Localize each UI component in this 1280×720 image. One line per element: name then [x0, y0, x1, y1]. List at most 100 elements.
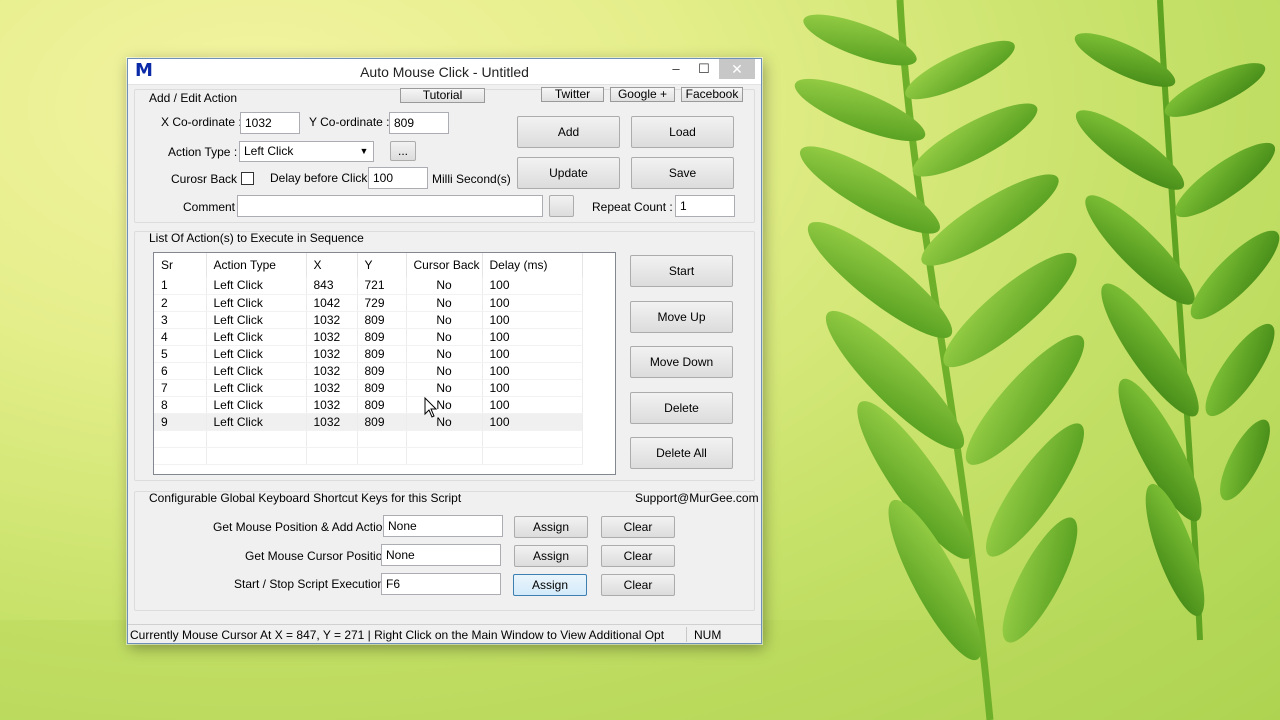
close-button[interactable]: ✕: [719, 59, 755, 79]
cell-cursor-back: No: [406, 362, 483, 380]
delay-input[interactable]: [368, 167, 428, 189]
column-header-y[interactable]: Y: [357, 253, 407, 277]
clear-button-start-stop[interactable]: Clear: [601, 574, 675, 596]
table-row[interactable]: 1 Left Click 843 721 No 100: [154, 277, 583, 295]
action-list[interactable]: Sr Action Type X Y Cursor Back Delay (ms…: [153, 252, 616, 475]
title-bar[interactable]: M Auto Mouse Click - Untitled – ☐ ✕: [128, 59, 761, 85]
clear-button-cursor-position[interactable]: Clear: [601, 545, 675, 567]
cell-x: [306, 430, 358, 448]
column-header-delay[interactable]: Delay (ms): [482, 253, 583, 277]
assign-button-add-action[interactable]: Assign: [514, 516, 588, 538]
column-header-sr[interactable]: Sr: [154, 253, 207, 277]
cursor-back-checkbox[interactable]: [241, 172, 254, 185]
cell-x: 1032: [306, 379, 358, 397]
comment-extra-button[interactable]: [549, 195, 574, 217]
cell-x: [306, 447, 358, 465]
add-button[interactable]: Add: [517, 116, 620, 148]
save-button[interactable]: Save: [631, 157, 734, 189]
table-row[interactable]: 9 Left Click 1032 809 No 100: [154, 413, 583, 431]
cell-sr: 8: [154, 396, 207, 414]
tutorial-button[interactable]: Tutorial: [400, 88, 485, 103]
cell-x: 843: [306, 277, 358, 295]
cell-sr: 7: [154, 379, 207, 397]
minimize-button[interactable]: –: [661, 59, 691, 79]
y-coordinate-input[interactable]: [389, 112, 449, 134]
column-header-x[interactable]: X: [306, 253, 358, 277]
cell-y: 809: [357, 362, 407, 380]
action-list-group-title: List Of Action(s) to Execute in Sequence: [149, 231, 364, 245]
cell-action-type: [206, 447, 307, 465]
cell-delay: 100: [482, 277, 583, 295]
cell-delay: 100: [482, 345, 583, 363]
cell-action-type: Left Click: [206, 396, 307, 414]
action-type-select[interactable]: Left Click ▼: [239, 141, 374, 162]
table-row[interactable]: 2 Left Click 1042 729 No 100: [154, 294, 583, 312]
app-window: M Auto Mouse Click - Untitled – ☐ ✕ Add …: [127, 58, 762, 644]
cell-action-type: Left Click: [206, 362, 307, 380]
table-row[interactable]: 4 Left Click 1032 809 No 100: [154, 328, 583, 346]
table-header-row: Sr Action Type X Y Cursor Back Delay (ms…: [154, 253, 583, 277]
table-row[interactable]: 7 Left Click 1032 809 No 100: [154, 379, 583, 397]
cell-delay: 100: [482, 328, 583, 346]
delay-label: Delay before Click :: [270, 171, 375, 185]
table-row[interactable]: 6 Left Click 1032 809 No 100: [154, 362, 583, 380]
load-button[interactable]: Load: [631, 116, 734, 148]
action-options-button[interactable]: ...: [390, 141, 416, 161]
mouse-pointer-icon: [424, 397, 438, 418]
start-button[interactable]: Start: [630, 255, 733, 287]
assign-button-cursor-position[interactable]: Assign: [514, 545, 588, 567]
cursor-back-label: Curosr Back :: [171, 172, 244, 186]
shortcut-input-start-stop[interactable]: [381, 573, 501, 595]
column-header-cursor-back[interactable]: Cursor Back: [406, 253, 483, 277]
cell-x: 1042: [306, 294, 358, 312]
x-coordinate-input[interactable]: [240, 112, 300, 134]
cell-cursor-back: [406, 447, 483, 465]
table-row[interactable]: 3 Left Click 1032 809 No 100: [154, 311, 583, 329]
delete-button[interactable]: Delete: [630, 392, 733, 424]
shortcut-label-start-stop: Start / Stop Script Execution :: [234, 577, 391, 591]
cell-cursor-back: No: [406, 413, 483, 431]
assign-button-start-stop[interactable]: Assign: [513, 574, 587, 596]
shortcut-input-add-action[interactable]: [383, 515, 503, 537]
table-row[interactable]: 8 Left Click 1032 809 No 100: [154, 396, 583, 414]
comment-label: Comment :: [183, 200, 242, 214]
clear-button-add-action[interactable]: Clear: [601, 516, 675, 538]
move-down-button[interactable]: Move Down: [630, 346, 733, 378]
comment-input[interactable]: [237, 195, 543, 217]
shortcut-input-cursor-position[interactable]: [381, 544, 501, 566]
twitter-button[interactable]: Twitter: [541, 87, 604, 102]
cell-x: 1032: [306, 362, 358, 380]
cell-delay: 100: [482, 379, 583, 397]
shortcut-label-add-action: Get Mouse Position & Add Action :: [213, 520, 396, 534]
cell-sr: 1: [154, 277, 207, 295]
repeat-count-input[interactable]: [675, 195, 735, 217]
delete-all-button[interactable]: Delete All: [630, 437, 733, 469]
update-button[interactable]: Update: [517, 157, 620, 189]
cell-y: [357, 430, 407, 448]
maximize-button[interactable]: ☐: [689, 59, 719, 79]
cell-action-type: Left Click: [206, 379, 307, 397]
cell-y: 809: [357, 413, 407, 431]
cell-action-type: Left Click: [206, 413, 307, 431]
cell-cursor-back: No: [406, 311, 483, 329]
cell-sr: 5: [154, 345, 207, 363]
action-type-value: Left Click: [244, 144, 294, 158]
google-plus-button[interactable]: Google +: [610, 87, 675, 102]
shortcut-label-cursor-position: Get Mouse Cursor Position :: [245, 549, 396, 563]
table-row-empty: [154, 430, 583, 448]
add-edit-group-title: Add / Edit Action: [149, 91, 238, 105]
cell-cursor-back: No: [406, 294, 483, 312]
facebook-button[interactable]: Facebook: [681, 87, 743, 102]
chevron-down-icon: ▼: [359, 146, 369, 156]
cell-action-type: [206, 430, 307, 448]
cell-action-type: Left Click: [206, 277, 307, 295]
shortcuts-group-title: Configurable Global Keyboard Shortcut Ke…: [149, 491, 462, 505]
cell-delay: 100: [482, 311, 583, 329]
support-email[interactable]: Support@MurGee.com: [635, 491, 759, 505]
table-row[interactable]: 5 Left Click 1032 809 No 100: [154, 345, 583, 363]
column-header-action-type[interactable]: Action Type: [206, 253, 307, 277]
cell-cursor-back: No: [406, 328, 483, 346]
cell-x: 1032: [306, 328, 358, 346]
move-up-button[interactable]: Move Up: [630, 301, 733, 333]
cell-y: 809: [357, 311, 407, 329]
